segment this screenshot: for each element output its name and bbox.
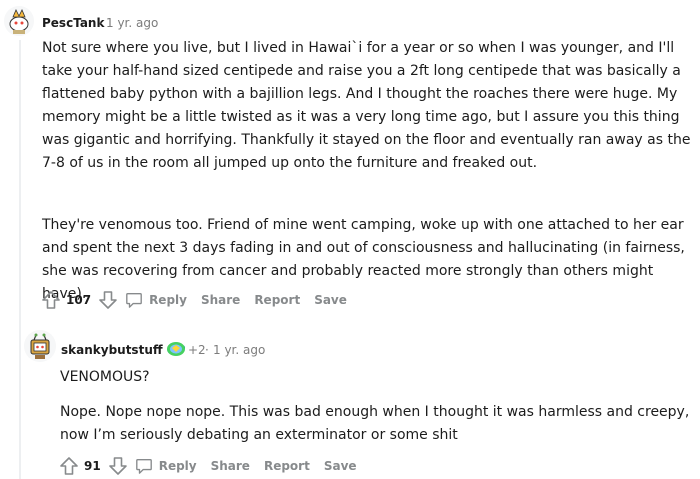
thread-line[interactable] — [19, 40, 21, 479]
upvote-arrow-icon — [60, 457, 78, 475]
reply-label: Reply — [149, 293, 187, 307]
comment-action-bar: 91 Reply Share Report Save — [58, 454, 371, 478]
vote-score: 107 — [66, 293, 92, 307]
speech-bubble-icon — [126, 293, 142, 308]
save-button[interactable]: Save — [314, 293, 347, 307]
reply-button[interactable]: Reply — [125, 291, 187, 309]
report-button[interactable]: Report — [254, 293, 300, 307]
vote-score: 91 — [84, 459, 101, 473]
reply-label: Reply — [158, 459, 197, 473]
downvote-button[interactable] — [107, 455, 129, 477]
comment-timestamp[interactable]: 1 yr. ago — [106, 16, 158, 30]
upvote-button[interactable] — [58, 455, 80, 477]
reply-button[interactable]: Reply — [135, 457, 197, 475]
report-button[interactable]: Report — [264, 459, 310, 473]
comment-separator: · — [205, 343, 209, 357]
award-icon[interactable] — [166, 340, 186, 358]
speech-bubble-icon — [135, 459, 152, 474]
downvote-button[interactable] — [97, 289, 119, 311]
comment-body-paragraph: Not sure where you live, but I lived in … — [42, 40, 691, 171]
snoo-avatar-icon — [4, 6, 34, 36]
comment-body-paragraph: VENOMOUS? — [60, 369, 150, 385]
share-button[interactable]: Share — [201, 293, 240, 307]
author-name: skankybutstuff — [61, 343, 163, 357]
downvote-arrow-icon — [99, 291, 117, 309]
avatar[interactable] — [24, 330, 56, 362]
avatar[interactable] — [4, 6, 34, 36]
downvote-arrow-icon — [108, 457, 127, 475]
award-count: +2 — [188, 343, 206, 357]
comment-author[interactable]: PescTank — [42, 16, 104, 30]
save-button[interactable]: Save — [324, 459, 357, 473]
comment-body-paragraph: Nope. Nope nope nope. This was bad enoug… — [60, 404, 690, 443]
comment-separator: · — [98, 16, 102, 30]
comment-action-bar: 107 Reply Share Report Save — [40, 288, 361, 312]
upvote-button[interactable] — [40, 289, 62, 311]
snoo-avatar-icon — [24, 330, 56, 362]
share-button[interactable]: Share — [211, 459, 250, 473]
upvote-arrow-icon — [42, 291, 60, 309]
comment-timestamp[interactable]: 1 yr. ago — [213, 343, 265, 357]
